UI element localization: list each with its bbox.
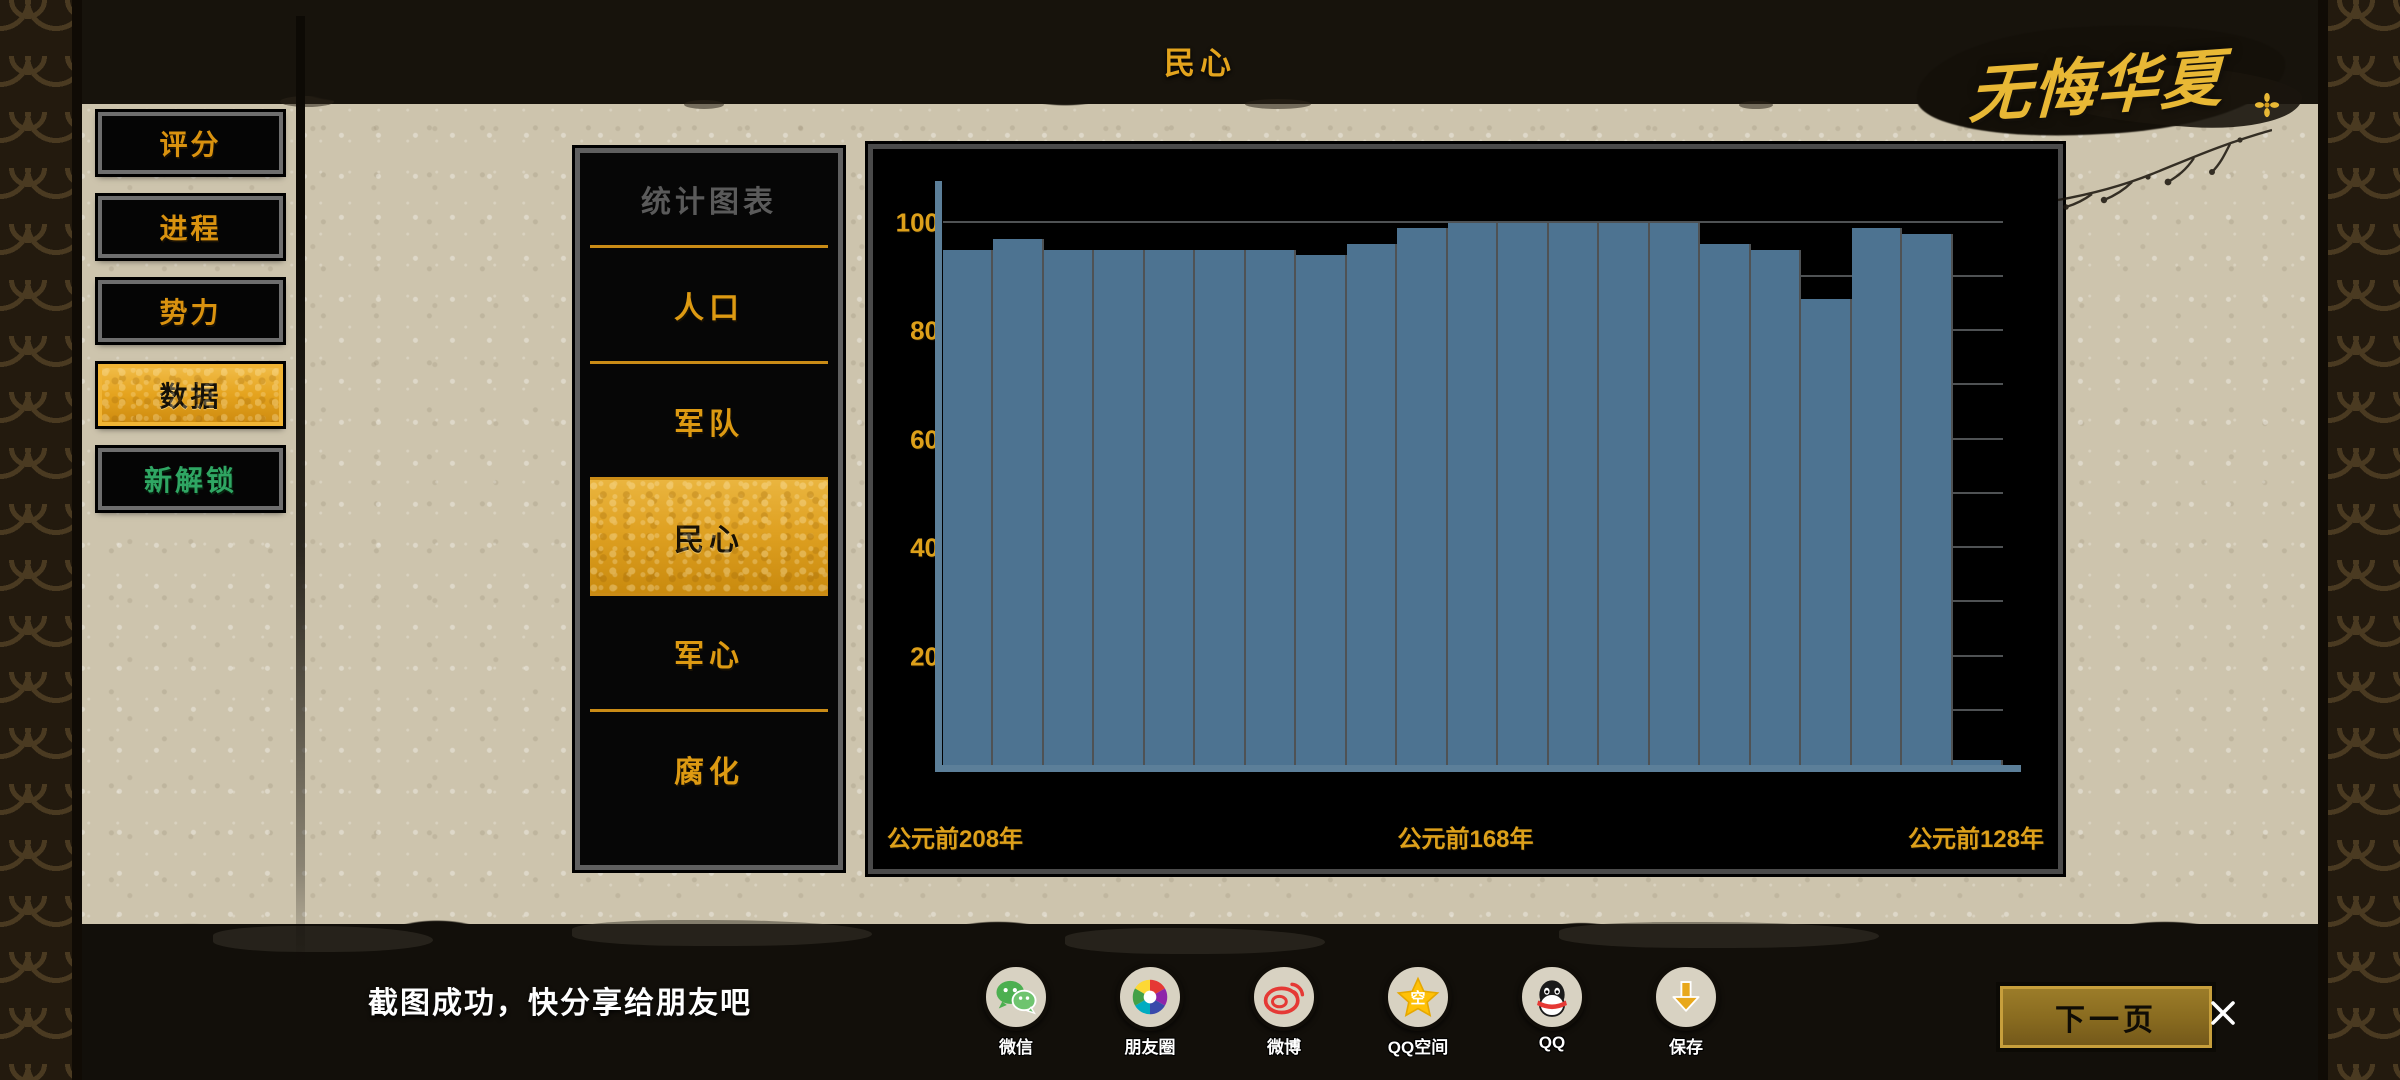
chart-menu-item-army[interactable]: 军队 [590, 361, 828, 477]
nav-label: 评分 [159, 129, 222, 160]
chart-plot-area [935, 181, 2021, 772]
nav-button-factions[interactable]: 势力 [98, 280, 283, 342]
flower-icon [2254, 92, 2280, 118]
chart-bar [1447, 222, 1499, 765]
chart-bar [1548, 222, 1600, 765]
share-button-label: 微信 [999, 1038, 1033, 1057]
share-button-label: QQ [1538, 1033, 1566, 1052]
wechat-icon [982, 963, 1050, 1031]
share-button-moments[interactable]: 朋友圈 [1112, 963, 1188, 1058]
next-page-button[interactable]: 下一页 [2000, 986, 2212, 1048]
share-button-download[interactable]: 保存 [1648, 963, 1724, 1058]
nav-label: 势力 [159, 297, 222, 328]
chart-panel: 100 80 60 40 20 公元前208年 公元前168年 公元前128年 [868, 144, 2063, 874]
chart-menu-panel: 统计图表 人口 军队 民心 军心 腐化 [575, 148, 843, 870]
paper-stage: 民心 无悔华夏 评分 进程 势力 数据 新解锁 统计图表 人口 军队 民心 军心… [78, 0, 2322, 1080]
chart-x-tick-label: 公元前128年 [1907, 826, 2044, 853]
chart-bar [1245, 249, 1297, 765]
chart-bar [1498, 222, 1549, 765]
chart-x-tick-label: 公元前168年 [1397, 826, 1534, 853]
nav-label: 数据 [159, 381, 222, 412]
qq-icon [1518, 963, 1586, 1031]
chart-y-tick-label: 100 [895, 207, 939, 238]
chart-bar [1043, 249, 1095, 765]
moments-icon [1116, 963, 1184, 1031]
share-button-qq[interactable]: QQ [1514, 963, 1590, 1058]
game-screen: 民心 无悔华夏 评分 进程 势力 数据 新解锁 统计图表 人口 军队 民心 军心… [0, 0, 2400, 1080]
chart-axis-line-x [935, 765, 2021, 772]
share-button-label: QQ空间 [1387, 1038, 1449, 1057]
weibo-icon [1250, 963, 1318, 1031]
chart-bar [1750, 249, 1802, 765]
chart-bar [1952, 759, 2003, 765]
decorative-divider [296, 16, 305, 982]
svg-text:空: 空 [1411, 989, 1426, 1007]
chart-bar [1851, 228, 1903, 765]
chart-menu-title: 统计图表 [641, 186, 777, 219]
chart-menu-item-population[interactable]: 人口 [590, 245, 828, 361]
share-buttons: 微信 朋友圈 微博 空 QQ空间 QQ 保存 [978, 963, 1724, 1058]
chart-bar [1397, 228, 1448, 765]
chart-bar [1902, 233, 1953, 765]
chart-menu-label: 民心 [674, 523, 744, 557]
plum-branch-decoration [2057, 128, 2272, 210]
chart-bar [1195, 249, 1246, 765]
nav-button-data[interactable]: 数据 [98, 364, 283, 426]
nav-button-progress[interactable]: 进程 [98, 196, 283, 258]
chart-bar [1801, 298, 1852, 765]
chart-axis-line-y [935, 181, 942, 771]
close-icon[interactable] [2208, 998, 2238, 1028]
chart-menu-item-morale-people[interactable]: 民心 [590, 477, 828, 593]
chart-bar [993, 238, 1044, 765]
download-icon [1652, 963, 1720, 1031]
share-button-weibo[interactable]: 微博 [1246, 963, 1322, 1058]
chart-menu-label: 军心 [674, 639, 744, 673]
share-button-label: 微博 [1267, 1038, 1301, 1057]
share-button-wechat[interactable]: 微信 [978, 963, 1054, 1058]
next-page-label: 下一页 [2055, 1004, 2157, 1037]
chart-menu-item-morale-army[interactable]: 军心 [590, 593, 828, 709]
chart-bar [1599, 222, 1650, 765]
chart-menu-label: 人口 [674, 291, 744, 325]
chart-bar [943, 249, 994, 765]
chart-bar [1346, 244, 1398, 765]
share-button-label: 朋友圈 [1124, 1038, 1176, 1057]
left-nav: 评分 进程 势力 数据 新解锁 [98, 112, 283, 532]
chart-bar [1296, 255, 1347, 765]
chart-menu-label: 腐化 [674, 755, 744, 789]
chart-bar [1649, 222, 1701, 765]
ornamental-border-right [2318, 0, 2400, 1080]
chart-x-tick-label: 公元前208年 [887, 826, 1024, 853]
chart-bar [1094, 249, 1145, 765]
chart-menu-label: 军队 [674, 407, 744, 441]
chart-x-axis: 公元前208年 公元前168年 公元前128年 [873, 819, 2058, 859]
chart-menu-item-corruption[interactable]: 腐化 [590, 709, 828, 825]
nav-button-new-unlocks[interactable]: 新解锁 [98, 448, 283, 510]
share-message: 截图成功，快分享给朋友吧 [368, 987, 752, 1020]
ornamental-border-left [0, 0, 82, 1080]
nav-button-score[interactable]: 评分 [98, 112, 283, 174]
share-button-qzone[interactable]: 空 QQ空间 [1380, 963, 1456, 1058]
chart-bar [1700, 244, 1751, 765]
nav-label: 进程 [159, 213, 222, 244]
chart-bar [1144, 249, 1196, 765]
share-button-label: 保存 [1669, 1038, 1703, 1057]
game-logo: 无悔华夏 [1882, 2, 2304, 210]
nav-label: 新解锁 [143, 465, 237, 496]
qzone-icon: 空 [1384, 963, 1452, 1031]
